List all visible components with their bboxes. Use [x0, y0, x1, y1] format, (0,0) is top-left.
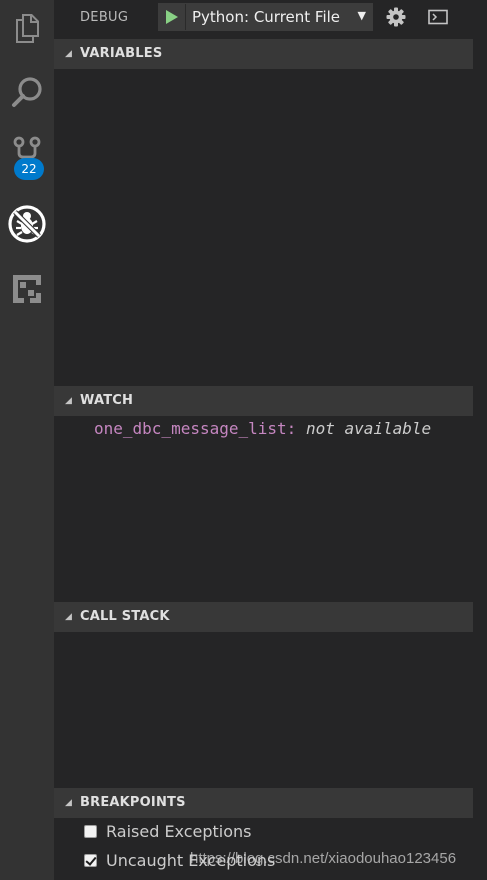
- gear-icon: [386, 7, 406, 27]
- source-control-badge: 22: [14, 158, 44, 180]
- search-button[interactable]: [0, 65, 54, 119]
- search-icon: [12, 77, 42, 107]
- call-stack-panel-title: CALL STACK: [80, 609, 170, 624]
- variables-panel-title: VARIABLES: [80, 46, 163, 61]
- extensions-button[interactable]: [0, 262, 54, 316]
- variables-panel-body: [54, 69, 473, 386]
- vscode-window: 22 DEBUG Python: Current File ▼ ◢ VARIAB…: [0, 0, 487, 880]
- start-debug-icon: [166, 10, 178, 24]
- activity-bar: 22: [0, 0, 54, 880]
- uncaught-exceptions-checkbox[interactable]: [84, 853, 97, 867]
- chevron-down-icon: ◢: [65, 49, 72, 59]
- explorer-button[interactable]: [0, 1, 54, 55]
- watch-expression[interactable]: one_dbc_message_list: not available: [94, 419, 431, 438]
- raised-exceptions-checkbox[interactable]: [84, 824, 97, 838]
- watch-panel-title: WATCH: [80, 393, 134, 408]
- chevron-down-icon: ◢: [65, 798, 72, 808]
- watermark-text: https://blog.csdn.net/xiaodouhao123456: [190, 850, 457, 867]
- files-icon: [16, 14, 39, 43]
- variables-panel-header[interactable]: ◢ VARIABLES: [54, 39, 473, 69]
- call-stack-panel-header[interactable]: ◢ CALL STACK: [54, 602, 473, 632]
- breakpoint-label: Raised Exceptions: [106, 821, 252, 841]
- chevron-down-icon: ◢: [65, 396, 72, 406]
- watch-panel-body: one_dbc_message_list: not available: [54, 416, 473, 602]
- scrollbar-gutter: [473, 0, 487, 880]
- breakpoint-item-raised-exceptions[interactable]: Raised Exceptions: [84, 818, 252, 844]
- sidebar-title: DEBUG: [80, 10, 129, 25]
- extensions-icon: [13, 275, 41, 303]
- watch-expression-name: one_dbc_message_list:: [94, 419, 297, 438]
- call-stack-panel-body: [54, 632, 473, 788]
- chevron-down-icon: ◢: [65, 612, 72, 622]
- watch-panel-header[interactable]: ◢ WATCH: [54, 386, 473, 416]
- watch-expression-value: not available: [305, 419, 432, 438]
- debug-console-button[interactable]: [426, 5, 450, 29]
- debug-button[interactable]: [0, 197, 54, 251]
- launch-config-label: Python: Current File: [192, 8, 341, 26]
- debug-sidebar: DEBUG Python: Current File ▼ ◢ VARIABLES…: [54, 0, 473, 880]
- breakpoints-panel-body: Raised Exceptions Uncaught Exceptions: [54, 818, 473, 880]
- breakpoints-panel-title: BREAKPOINTS: [80, 795, 186, 810]
- terminal-icon: [428, 9, 448, 25]
- chevron-down-icon: ▼: [357, 9, 366, 22]
- start-debugging-button[interactable]: [159, 4, 186, 30]
- breakpoints-panel-header[interactable]: ◢ BREAKPOINTS: [54, 788, 473, 818]
- debug-toolbar: DEBUG Python: Current File ▼: [54, 0, 473, 38]
- debug-icon: [8, 205, 46, 243]
- open-launch-json-button[interactable]: [384, 5, 408, 29]
- launch-config-select[interactable]: Python: Current File ▼: [158, 3, 373, 31]
